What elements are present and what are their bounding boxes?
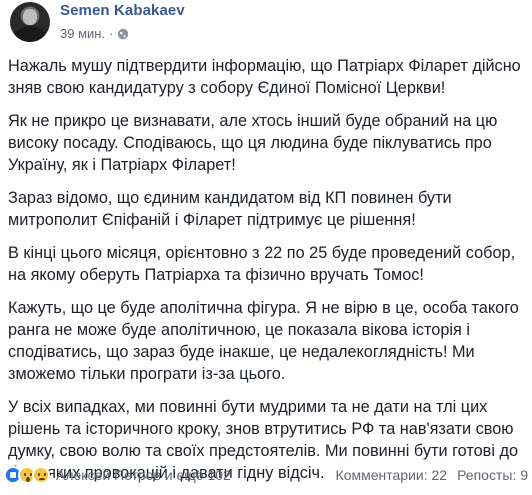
post-time[interactable]: 39 мин. xyxy=(60,26,105,41)
paragraph-2: Як не прикро це визнавати, але хтось інш… xyxy=(8,112,498,174)
paragraph-5: Кажуть, що це буде аполітична фігура. Я … xyxy=(8,299,519,383)
avatar[interactable] xyxy=(10,2,50,42)
globe-icon[interactable] xyxy=(117,28,129,40)
avatar-shoulders xyxy=(14,26,46,42)
paragraph-4: В кінці цього місяця, орієнтовно з 22 по… xyxy=(8,244,516,284)
post-text: Нажаль мушу підтвердити інформацію, що П… xyxy=(8,55,524,495)
engagement-counts: Комментарии: 22 Репосты: 9 xyxy=(336,467,528,483)
meta-separator: · xyxy=(109,26,114,41)
post-meta: 39 мин. · xyxy=(60,26,129,41)
post-header: Semen Kabakaev 39 мин. · xyxy=(8,0,518,52)
reacted-by-link[interactable]: Алексей Петров и ещё 102 xyxy=(56,467,231,483)
shares-count-link[interactable]: Репосты: 9 xyxy=(457,467,528,483)
comments-count-link[interactable]: Комментарии: 22 xyxy=(336,467,448,483)
avatar-face xyxy=(23,9,37,25)
sad-icon[interactable] xyxy=(32,466,50,484)
paragraph-3: Зараз відомо, що єдиним кандидатом від К… xyxy=(8,189,452,229)
post-footer: Алексей Петров и ещё 102 Комментарии: 22… xyxy=(4,464,528,486)
facebook-post: Semen Kabakaev 39 мин. · Нажаль мушу під… xyxy=(0,0,532,490)
paragraph-1: Нажаль мушу підтвердити інформацію, що П… xyxy=(8,57,521,97)
reaction-icons[interactable] xyxy=(4,466,50,484)
author-name[interactable]: Semen Kabakaev xyxy=(60,2,185,19)
